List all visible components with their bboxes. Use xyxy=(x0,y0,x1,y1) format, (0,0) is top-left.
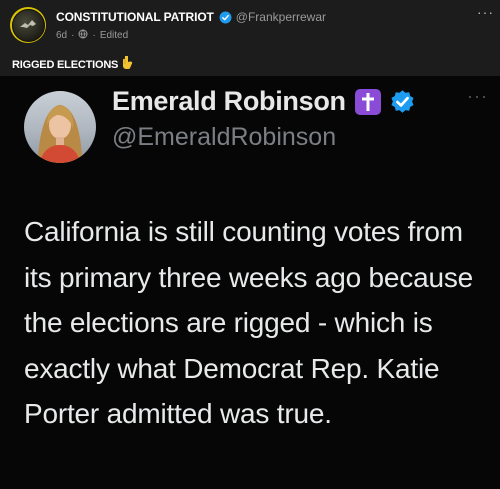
tweet-more-options-button[interactable]: ··· xyxy=(467,86,488,107)
tweet-handle[interactable]: @EmeraldRobinson xyxy=(112,123,336,152)
post-caption-row: RIGGED ELECTIONS xyxy=(0,50,500,76)
globe-icon xyxy=(78,29,88,42)
author-name[interactable]: CONSTITUTIONAL PATRIOT xyxy=(56,10,214,24)
tweet-screenshot[interactable]: Emerald Robinson ··· @EmeraldRobinson Ca… xyxy=(0,76,500,489)
author-avatar[interactable] xyxy=(10,7,46,43)
verified-badge-icon xyxy=(219,11,232,24)
tweet-body-text: California is still counting votes from … xyxy=(24,216,473,429)
avatar-icon xyxy=(11,8,45,42)
cross-badge-icon xyxy=(354,88,381,115)
meta-separator: · xyxy=(92,30,96,41)
tweet-display-name[interactable]: Emerald Robinson xyxy=(112,86,346,117)
post-meta: 6d · · Edited xyxy=(56,29,128,42)
caption-text: RIGGED ELECTIONS xyxy=(12,59,119,71)
verified-badge-icon xyxy=(389,88,416,115)
tweet-avatar xyxy=(24,91,96,163)
author-line: CONSTITUTIONAL PATRIOT @Frankperrewar xyxy=(56,10,326,24)
post-caption: RIGGED ELECTIONS xyxy=(12,56,133,72)
pointing-down-hand-icon xyxy=(122,56,133,72)
more-options-icon: ··· xyxy=(477,4,494,20)
more-options-icon: ··· xyxy=(467,86,488,106)
author-handle[interactable]: @Frankperrewar xyxy=(236,10,326,24)
tweet-name-row: Emerald Robinson xyxy=(112,86,416,117)
post-more-options-button[interactable]: ··· xyxy=(477,4,494,20)
post-age[interactable]: 6d xyxy=(56,30,67,41)
meta-separator: · xyxy=(71,30,75,41)
edited-label[interactable]: Edited xyxy=(100,30,128,41)
post-header: CONSTITUTIONAL PATRIOT @Frankperrewar 6d… xyxy=(0,0,500,50)
